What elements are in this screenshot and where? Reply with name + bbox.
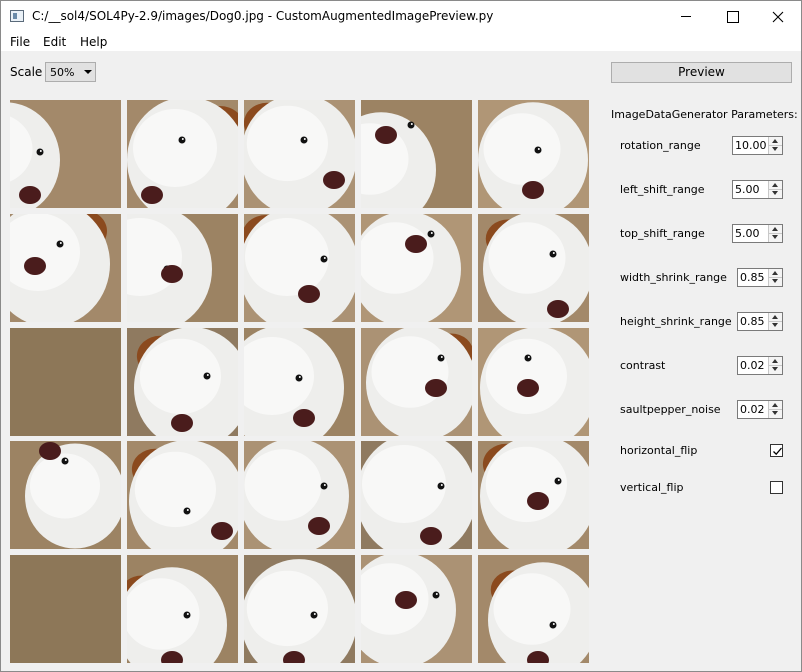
menu-file[interactable]: File bbox=[10, 35, 30, 49]
augmented-image-tile bbox=[361, 100, 472, 208]
minimize-button[interactable] bbox=[663, 1, 709, 32]
param-label: left_shift_range bbox=[620, 183, 705, 196]
param-spinbox[interactable]: 10.00 bbox=[732, 136, 783, 155]
scale-label: Scale bbox=[10, 65, 43, 79]
augmented-image-tile bbox=[127, 328, 238, 436]
param-label: saultpepper_noise bbox=[620, 403, 721, 416]
augmented-image-tile bbox=[10, 214, 121, 322]
augmented-image-tile bbox=[127, 100, 238, 208]
spinbox-value: 10.00 bbox=[735, 139, 767, 152]
spinbox-value: 0.85 bbox=[740, 271, 765, 284]
chevron-up-icon bbox=[772, 227, 778, 231]
spinbox-value: 5.00 bbox=[735, 183, 760, 196]
spinbox-buttons[interactable] bbox=[768, 313, 782, 330]
chevron-down-icon bbox=[772, 279, 778, 283]
param-spinbox[interactable]: 0.85 bbox=[737, 312, 783, 331]
augmented-image-tile bbox=[244, 441, 355, 549]
augmented-image-tile bbox=[127, 441, 238, 549]
spinbox-value: 0.02 bbox=[740, 359, 765, 372]
param-label: width_shrink_range bbox=[620, 271, 727, 284]
close-icon bbox=[772, 11, 784, 23]
augmented-image-tile bbox=[478, 328, 589, 436]
params-title: ImageDataGenerator Parameters: bbox=[611, 108, 798, 121]
close-button[interactable] bbox=[755, 1, 801, 32]
augmented-image-tile bbox=[127, 555, 238, 663]
check-label: horizontal_flip bbox=[620, 444, 698, 457]
spinbox-buttons[interactable] bbox=[768, 269, 782, 286]
checkbox-vertical-flip[interactable] bbox=[770, 481, 783, 494]
augmented-image-tile bbox=[10, 100, 121, 208]
scale-value: 50% bbox=[50, 66, 75, 79]
chevron-up-icon bbox=[772, 359, 778, 363]
augmented-image-tile bbox=[478, 100, 589, 208]
chevron-down-icon bbox=[772, 323, 778, 327]
chevron-down-icon bbox=[772, 191, 778, 195]
augmented-image-tile bbox=[361, 555, 472, 663]
spinbox-value: 0.85 bbox=[740, 315, 765, 328]
maximize-button[interactable] bbox=[709, 1, 755, 32]
augmented-image-tile bbox=[244, 555, 355, 663]
check-label: vertical_flip bbox=[620, 481, 684, 494]
param-label: rotation_range bbox=[620, 139, 701, 152]
param-label: height_shrink_range bbox=[620, 315, 732, 328]
app-window: C:/__sol4/SOL4Py-2.9/images/Dog0.jpg - C… bbox=[0, 0, 802, 672]
augmented-image-tile bbox=[361, 214, 472, 322]
augmented-image-grid bbox=[10, 100, 590, 664]
chevron-up-icon bbox=[772, 403, 778, 407]
augmented-image-tile bbox=[478, 555, 589, 663]
param-label: contrast bbox=[620, 359, 666, 372]
augmented-image-tile bbox=[10, 555, 121, 663]
augmented-image-tile bbox=[244, 328, 355, 436]
spinbox-buttons[interactable] bbox=[768, 137, 782, 154]
menu-edit[interactable]: Edit bbox=[43, 35, 66, 49]
chevron-down-icon bbox=[772, 411, 778, 415]
menu-bar: File Edit Help bbox=[1, 32, 801, 52]
augmented-image-tile bbox=[244, 214, 355, 322]
param-spinbox[interactable]: 5.00 bbox=[732, 224, 783, 243]
param-spinbox[interactable]: 0.85 bbox=[737, 268, 783, 287]
param-spinbox[interactable]: 5.00 bbox=[732, 180, 783, 199]
chevron-up-icon bbox=[772, 183, 778, 187]
augmented-image-tile bbox=[361, 441, 472, 549]
spinbox-value: 5.00 bbox=[735, 227, 760, 240]
spinbox-buttons[interactable] bbox=[768, 225, 782, 242]
menu-help[interactable]: Help bbox=[80, 35, 107, 49]
augmented-image-tile bbox=[244, 100, 355, 208]
window-title: C:/__sol4/SOL4Py-2.9/images/Dog0.jpg - C… bbox=[32, 9, 494, 23]
chevron-up-icon bbox=[772, 139, 778, 143]
chevron-down-icon bbox=[772, 367, 778, 371]
app-icon bbox=[10, 10, 24, 22]
augmented-image-tile bbox=[127, 214, 238, 322]
param-spinbox[interactable]: 0.02 bbox=[737, 356, 783, 375]
augmented-image-tile bbox=[10, 328, 121, 436]
chevron-down-icon bbox=[84, 70, 92, 74]
spinbox-value: 0.02 bbox=[740, 403, 765, 416]
spinbox-buttons[interactable] bbox=[768, 401, 782, 418]
augmented-image-tile bbox=[478, 441, 589, 549]
chevron-down-icon bbox=[772, 147, 778, 151]
spinbox-buttons[interactable] bbox=[768, 181, 782, 198]
augmented-image-tile bbox=[478, 214, 589, 322]
param-spinbox[interactable]: 0.02 bbox=[737, 400, 783, 419]
chevron-up-icon bbox=[772, 315, 778, 319]
chevron-down-icon bbox=[772, 235, 778, 239]
scale-select[interactable]: 50% bbox=[45, 62, 96, 82]
augmented-image-tile bbox=[361, 328, 472, 436]
title-bar[interactable]: C:/__sol4/SOL4Py-2.9/images/Dog0.jpg - C… bbox=[1, 1, 801, 32]
preview-button[interactable]: Preview bbox=[611, 62, 792, 83]
check-icon bbox=[773, 447, 782, 456]
checkbox-horizontal-flip[interactable] bbox=[770, 444, 783, 457]
spinbox-buttons[interactable] bbox=[768, 357, 782, 374]
param-label: top_shift_range bbox=[620, 227, 705, 240]
augmented-image-tile bbox=[10, 441, 121, 549]
chevron-up-icon bbox=[772, 271, 778, 275]
